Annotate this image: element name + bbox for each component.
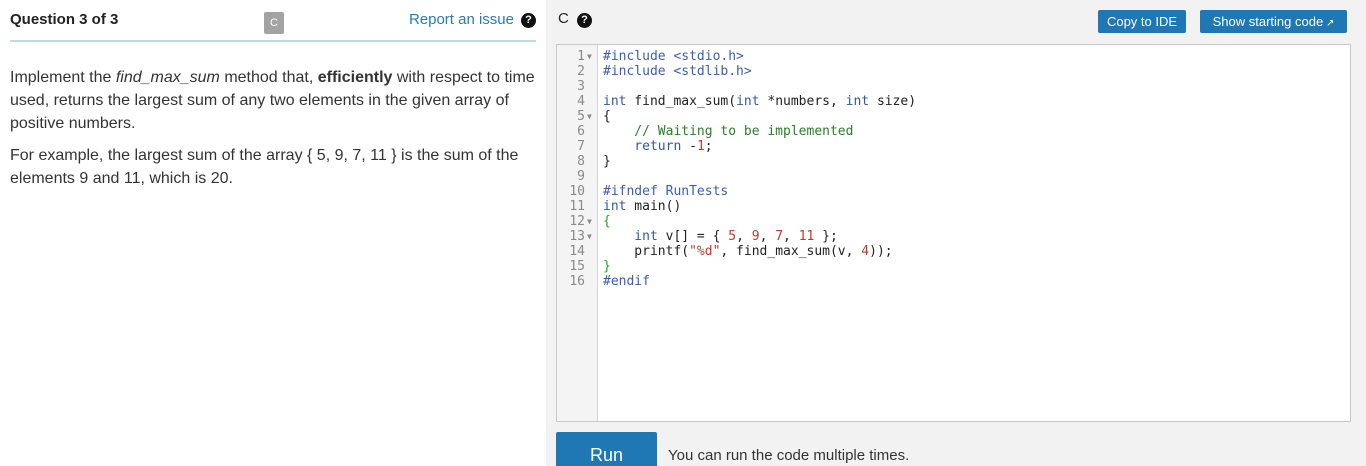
code-line: { xyxy=(603,109,611,124)
code-line: int find_max_sum(int *numbers, int size) xyxy=(603,94,917,109)
code-line: int v[] = { 5, 9, 7, 11 }; xyxy=(603,229,838,244)
line-number-row: 9 xyxy=(557,169,1350,184)
line-number-row: 3 xyxy=(557,79,1350,94)
question-circle-icon[interactable]: ? xyxy=(521,13,536,28)
code-line: #endif xyxy=(603,274,650,289)
code-line: } xyxy=(603,259,611,274)
code-line: #include <stdlib.h> xyxy=(603,64,752,79)
method-name: find_max_sum xyxy=(115,69,220,86)
line-number: 9 xyxy=(577,169,585,184)
description-paragraph-2: For example, the largest sum of the arra… xyxy=(10,147,519,187)
language-badge: C xyxy=(264,12,284,34)
question-header: Question 3 of 3 C Report an issue ? xyxy=(10,0,536,42)
copy-to-ide-button[interactable]: Copy to IDE xyxy=(1098,10,1186,33)
question-panel: Question 3 of 3 C Report an issue ? Impl… xyxy=(0,0,546,466)
run-note: You can run the code multiple times. xyxy=(668,447,910,464)
show-starting-code-button[interactable]: Show starting code ↗ xyxy=(1200,10,1347,33)
editor-panel: C ? Copy to IDE Show starting code ↗ 1 ▼ 2… xyxy=(546,0,1366,466)
run-button[interactable]: Run xyxy=(556,432,657,466)
code-line: int main() xyxy=(603,199,682,214)
question-description: Implement the find_max_sum method that, … xyxy=(10,66,536,199)
emphasis-efficiently: efficiently xyxy=(317,69,393,86)
code-line: { xyxy=(603,214,611,229)
code-line: #include <stdio.h> xyxy=(603,49,744,64)
code-line: return -1; xyxy=(603,139,713,154)
report-issue-link[interactable]: Report an issue xyxy=(409,11,514,28)
question-title: Question 3 of 3 xyxy=(10,11,119,28)
show-starting-code-label: Show starting code xyxy=(1212,14,1324,29)
code-line: } xyxy=(603,154,611,169)
editor-language: C xyxy=(558,10,569,27)
external-link-icon: ↗ xyxy=(1323,18,1335,29)
code-line: #ifndef RunTests xyxy=(603,184,729,199)
line-number: 3 xyxy=(577,79,585,94)
description-paragraph-1: Implement the find_max_sum method that, … xyxy=(10,69,535,132)
code-editor[interactable]: 1 ▼ 2 3 4 5 ▼ 6 7 8 9 10 11 12 ▼ 13 ▼ 14 15 16 #include <st… xyxy=(556,44,1351,422)
code-line: printf("%d", find_max_sum(v, 4)); xyxy=(603,244,893,259)
question-circle-icon[interactable]: ? xyxy=(577,13,592,28)
code-line: // Waiting to be implemented xyxy=(603,124,854,139)
